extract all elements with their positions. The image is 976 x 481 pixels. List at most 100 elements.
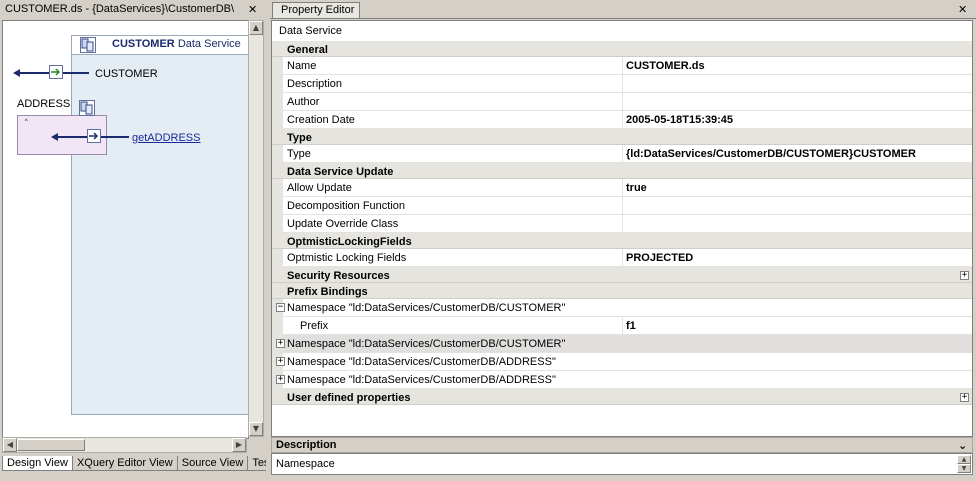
return-type-icon[interactable] xyxy=(49,65,63,79)
close-editor-icon[interactable]: ✕ xyxy=(248,4,257,15)
relationship-label: ADDRESS xyxy=(17,98,71,110)
property-name: Description xyxy=(287,78,343,90)
column-divider xyxy=(622,145,623,163)
namespace-row[interactable]: Namespace "ld:DataServices/CustomerDB/AD… xyxy=(272,353,972,371)
property-category[interactable]: Security Resources + xyxy=(272,267,972,283)
property-name: Allow Update xyxy=(287,182,352,194)
row-gutter xyxy=(272,317,283,335)
design-canvas[interactable]: CUSTOMER Data Service CUSTOMER ADDRESS ˄… xyxy=(2,20,249,439)
tab-source-view[interactable]: Source View xyxy=(176,456,249,471)
property-row[interactable]: Update Override Class xyxy=(272,215,972,233)
expand-icon[interactable]: + xyxy=(276,339,285,348)
canvas-vertical-scrollbar[interactable]: ▲ ▼ xyxy=(248,20,264,437)
row-gutter xyxy=(272,215,283,233)
property-row[interactable]: Prefix f1 xyxy=(272,317,972,335)
property-row[interactable]: Description xyxy=(272,75,972,93)
property-name: Namespace "ld:DataServices/CustomerDB/CU… xyxy=(287,338,566,350)
expand-icon[interactable]: + xyxy=(276,357,285,366)
category-label: Data Service Update xyxy=(287,166,394,178)
description-text: Namespace xyxy=(276,458,335,470)
property-row[interactable]: Allow Update true xyxy=(272,179,972,197)
tab-property-editor[interactable]: Property Editor xyxy=(272,2,360,18)
horizontal-scroll-thumb[interactable] xyxy=(17,439,85,451)
namespace-row[interactable]: Namespace "ld:DataServices/CustomerDB/CU… xyxy=(272,335,972,353)
editor-title: CUSTOMER.ds - {DataServices}\CustomerDB\ xyxy=(5,3,235,15)
collapse-chevron-icon[interactable]: ˄ xyxy=(24,119,29,129)
property-value[interactable]: {ld:DataServices/CustomerDB/CUSTOMER}CUS… xyxy=(626,148,916,160)
description-panel: Namespace ▲ ▼ xyxy=(271,453,973,475)
category-label: Prefix Bindings xyxy=(287,286,368,298)
row-gutter xyxy=(272,75,283,93)
row-gutter xyxy=(272,197,283,215)
property-value[interactable]: CUSTOMER.ds xyxy=(626,60,705,72)
scroll-down-icon[interactable]: ▼ xyxy=(249,422,263,436)
description-scroll-down-icon[interactable]: ▼ xyxy=(957,464,971,473)
property-name: Creation Date xyxy=(287,114,355,126)
property-grid-title: Data Service xyxy=(279,25,342,37)
property-category[interactable]: User defined properties + xyxy=(272,389,972,405)
description-panel-header: Description ⌄ xyxy=(271,437,973,453)
property-category[interactable]: General xyxy=(272,41,972,57)
property-category[interactable]: Prefix Bindings xyxy=(272,283,972,299)
description-title: Description xyxy=(276,439,337,451)
collapse-icon[interactable]: − xyxy=(276,303,285,312)
column-divider xyxy=(622,57,623,75)
row-gutter xyxy=(272,57,283,75)
property-name: Decomposition Function xyxy=(287,200,406,212)
property-editor-tab-bar xyxy=(270,0,976,19)
property-value[interactable]: PROJECTED xyxy=(626,252,693,264)
close-property-editor-icon[interactable]: ✕ xyxy=(958,4,967,15)
row-gutter xyxy=(272,179,283,197)
expand-icon[interactable]: + xyxy=(276,375,285,384)
property-name: Update Override Class xyxy=(287,218,399,230)
category-label: Security Resources xyxy=(287,270,390,282)
property-grid: Data Service General Name CUSTOMER.ds Descr… xyxy=(271,20,973,437)
category-label: Type xyxy=(287,132,312,144)
return-type-label[interactable]: CUSTOMER xyxy=(95,68,158,80)
namespace-row[interactable]: Namespace "ld:DataServices/CustomerDB/AD… xyxy=(272,371,972,389)
property-name: Optmistic Locking Fields xyxy=(287,252,407,264)
property-category[interactable]: OptmisticLockingFields xyxy=(272,233,972,249)
property-name: Type xyxy=(287,148,311,160)
tab-xquery-editor-view[interactable]: XQuery Editor View xyxy=(71,456,178,471)
row-gutter xyxy=(272,145,283,163)
property-row[interactable]: Optmistic Locking Fields PROJECTED xyxy=(272,249,972,267)
column-divider xyxy=(622,93,623,111)
column-divider xyxy=(622,75,623,93)
column-divider xyxy=(622,215,623,233)
canvas-horizontal-scrollbar[interactable]: ◀ ▶ xyxy=(2,437,247,453)
category-label: User defined properties xyxy=(287,392,411,404)
scroll-right-icon[interactable]: ▶ xyxy=(232,438,246,452)
data-service-panel xyxy=(71,35,248,415)
column-divider xyxy=(622,111,623,129)
collapse-description-icon[interactable]: ⌄ xyxy=(958,439,967,452)
property-category[interactable]: Type xyxy=(272,129,972,145)
property-category[interactable]: Data Service Update xyxy=(272,163,972,179)
namespace-row[interactable]: Namespace "ld:DataServices/CustomerDB/CU… xyxy=(272,299,972,317)
data-service-header[interactable]: CUSTOMER Data Service xyxy=(71,35,248,55)
property-name: Namespace "ld:DataServices/CustomerDB/CU… xyxy=(287,302,566,314)
property-row[interactable]: Decomposition Function xyxy=(272,197,972,215)
property-row[interactable]: Type {ld:DataServices/CustomerDB/CUSTOMER… xyxy=(272,145,972,163)
function-icon[interactable] xyxy=(87,129,101,143)
property-row[interactable]: Author xyxy=(272,93,972,111)
row-gutter xyxy=(272,93,283,111)
scroll-up-icon[interactable]: ▲ xyxy=(249,21,263,35)
relationship-service-icon xyxy=(79,100,95,116)
description-scroll-up-icon[interactable]: ▲ xyxy=(957,455,971,464)
expand-icon[interactable]: + xyxy=(960,393,969,402)
tab-test-view[interactable]: Tes xyxy=(247,456,266,471)
expand-icon[interactable]: + xyxy=(960,271,969,280)
property-row[interactable]: Creation Date 2005-05-18T15:39:45 xyxy=(272,111,972,129)
property-grid-heading: Data Service xyxy=(272,21,972,41)
property-value[interactable]: f1 xyxy=(626,320,636,332)
relationship-function-link[interactable]: getADDRESS xyxy=(132,132,200,144)
editor-title-bar: CUSTOMER.ds - {DataServices}\CustomerDB\… xyxy=(0,0,266,19)
property-value[interactable]: 2005-05-18T15:39:45 xyxy=(626,114,733,126)
tab-design-view[interactable]: Design View xyxy=(2,456,73,471)
property-value[interactable]: true xyxy=(626,182,647,194)
column-divider xyxy=(622,317,623,335)
property-name: Name xyxy=(287,60,317,72)
scroll-left-icon[interactable]: ◀ xyxy=(3,438,17,452)
property-row[interactable]: Name CUSTOMER.ds xyxy=(272,57,972,75)
